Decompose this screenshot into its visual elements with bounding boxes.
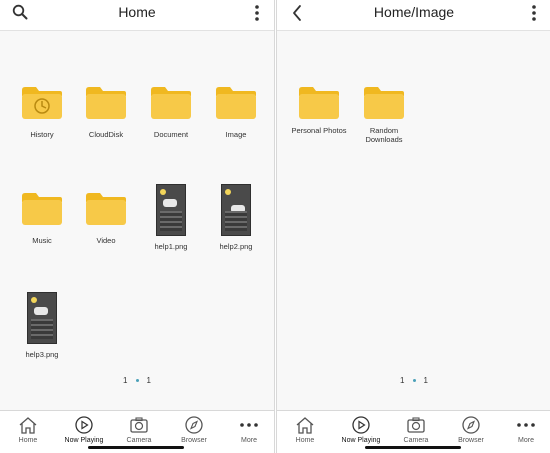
page-title: Home/Image (373, 4, 455, 20)
tab-now-playing[interactable]: Now Playing (336, 415, 386, 444)
house-icon (296, 417, 314, 434)
tab-home[interactable]: Home (3, 415, 53, 444)
tab-label: Browser (458, 437, 484, 444)
folder-icon (22, 193, 62, 225)
play-circle-icon (75, 416, 93, 434)
image-thumbnail (27, 292, 57, 344)
item-label: Personal Photos (291, 126, 347, 135)
folder-icon (364, 87, 404, 119)
folder-random-downloads[interactable]: Random Downloads (351, 84, 417, 144)
page-total: 1 (423, 376, 428, 385)
tab-label: Browser (181, 437, 207, 444)
folder-icon (86, 87, 126, 119)
item-label: Video (96, 236, 116, 245)
file-help3[interactable]: help3.png (9, 292, 75, 359)
file-help1[interactable]: help1.png (138, 184, 204, 251)
tab-label: Camera (403, 437, 429, 444)
pager-dot (135, 378, 139, 382)
page-title: Home (118, 4, 156, 20)
more-vertical-icon[interactable] (531, 4, 537, 27)
tab-now-playing[interactable]: Now Playing (59, 415, 109, 444)
folder-history[interactable]: History (9, 84, 75, 139)
item-label: Image (225, 130, 247, 139)
folder-image[interactable]: Image (203, 84, 269, 139)
item-label: Document (153, 130, 189, 139)
folder-icon (151, 87, 191, 119)
tab-bar: Home Now Playing Camera Browser More (0, 410, 274, 453)
tab-label: Now Playing (341, 437, 381, 444)
header: Home (0, 0, 274, 31)
folder-icon (22, 87, 62, 119)
tab-label: Home (295, 437, 315, 444)
image-thumbnail (221, 184, 251, 236)
compass-icon (462, 416, 480, 434)
tab-browser[interactable]: Browser (169, 415, 219, 444)
folder-video[interactable]: Video (73, 190, 139, 245)
camera-icon (407, 417, 425, 433)
item-label: History (30, 130, 54, 139)
camera-icon (130, 417, 148, 433)
page-total: 1 (146, 376, 151, 385)
tab-home[interactable]: Home (280, 415, 330, 444)
tab-label: More (518, 437, 534, 444)
folder-icon (216, 87, 256, 119)
tab-browser[interactable]: Browser (446, 415, 496, 444)
ellipsis-icon (240, 423, 258, 427)
tab-bar: Home Now Playing Camera Browser More (277, 410, 550, 453)
folder-document[interactable]: Document (138, 84, 204, 139)
tab-more[interactable]: More (224, 415, 274, 444)
tab-label: Home (18, 437, 38, 444)
folder-icon (299, 87, 339, 119)
home-screen: Home History CloudDisk Document Image Mu… (0, 0, 275, 453)
house-icon (19, 417, 37, 434)
item-label: help2.png (219, 242, 253, 251)
tab-camera[interactable]: Camera (391, 415, 441, 444)
folder-music[interactable]: Music (9, 190, 75, 245)
play-circle-icon (352, 416, 370, 434)
item-label: Music (32, 236, 52, 245)
item-label: CloudDisk (88, 130, 124, 139)
tab-camera[interactable]: Camera (114, 415, 164, 444)
pager-dot (412, 378, 416, 382)
tab-label: Camera (126, 437, 152, 444)
item-label: Random Downloads (365, 126, 403, 144)
tab-label: More (241, 437, 257, 444)
page-current: 1 (400, 376, 405, 385)
home-indicator (365, 446, 461, 449)
compass-icon (185, 416, 203, 434)
item-label: help3.png (25, 350, 59, 359)
item-label: help1.png (154, 242, 188, 251)
folder-icon (86, 193, 126, 225)
file-help2[interactable]: help2.png (203, 184, 269, 251)
more-vertical-icon[interactable] (254, 4, 260, 27)
folder-clouddisk[interactable]: CloudDisk (73, 84, 139, 139)
tab-label: Now Playing (64, 437, 104, 444)
header: Home/Image (277, 0, 550, 31)
page-indicator: 11 (277, 376, 550, 385)
page-indicator: 11 (0, 376, 274, 385)
image-folder-screen: Home/Image Personal Photos Random Downlo… (276, 0, 550, 453)
page-current: 1 (123, 376, 128, 385)
tab-more[interactable]: More (501, 415, 550, 444)
home-indicator (88, 446, 184, 449)
image-thumbnail (156, 184, 186, 236)
folder-personal-photos[interactable]: Personal Photos (286, 84, 352, 135)
ellipsis-icon (517, 423, 535, 427)
